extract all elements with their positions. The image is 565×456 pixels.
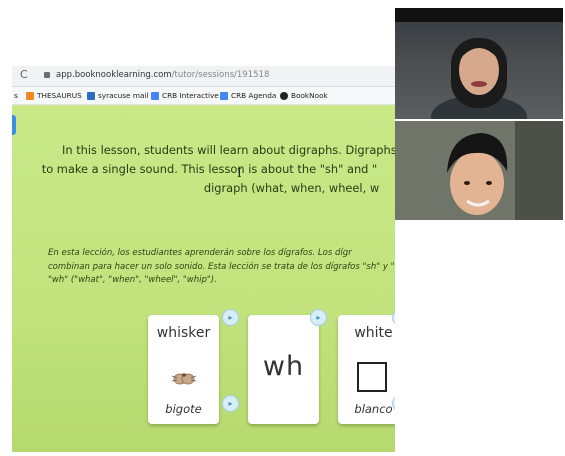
speaker-icon[interactable]: ▸ bbox=[222, 309, 239, 326]
english-line-1: In this lesson, students will learn abou… bbox=[62, 143, 395, 157]
speaker-icon[interactable]: ▸ bbox=[222, 395, 239, 412]
browser-window: C app.booknooklearning.com/tutor/session… bbox=[12, 66, 395, 452]
side-panel-tab[interactable] bbox=[12, 115, 16, 135]
bookmark-crb-agenda[interactable]: CRB Agenda bbox=[220, 91, 276, 100]
card-translation: blanco bbox=[354, 402, 393, 416]
doc-icon bbox=[220, 91, 228, 100]
digraph-card-wh[interactable]: wh ▸ bbox=[248, 309, 327, 424]
address-bar[interactable]: C app.booknooklearning.com/tutor/session… bbox=[12, 66, 395, 87]
bookmark-thesaurus[interactable]: THESAURUS bbox=[26, 91, 82, 100]
english-line-3: digraph (what, when, wheel, w bbox=[203, 181, 380, 195]
bookmark-item[interactable]: s bbox=[14, 91, 18, 100]
bookmark-crb-interactive[interactable]: CRB Interactive bbox=[151, 91, 219, 100]
bookmark-booknook[interactable]: BookNook bbox=[280, 91, 328, 100]
word-card-whisker[interactable]: whisker bigote ▸ ▸ bbox=[148, 309, 239, 424]
video-feed-tutor[interactable] bbox=[395, 8, 563, 119]
spanish-line-3: "wh" ("what", "when", "wheel", "whip"). bbox=[48, 275, 217, 285]
spanish-line-1: En esta lección, los estudiantes aprende… bbox=[48, 248, 352, 258]
lesson-description-english: In this lesson, students will learn abou… bbox=[12, 141, 395, 198]
speaker-icon[interactable]: ▸ bbox=[392, 309, 395, 326]
card-translation: bigote bbox=[165, 402, 202, 416]
doc-icon bbox=[151, 91, 159, 100]
word-card-white[interactable]: white blanco ▸ ▸ bbox=[338, 309, 395, 424]
video-feed-student[interactable] bbox=[395, 121, 563, 220]
booknook-icon bbox=[280, 91, 288, 100]
mail-icon bbox=[87, 91, 95, 100]
speaker-icon[interactable]: ▸ bbox=[310, 309, 327, 326]
participant-avatar bbox=[431, 38, 527, 119]
whisker-icon bbox=[172, 373, 196, 385]
text-cursor-icon: I bbox=[237, 166, 242, 180]
bookmark-syracuse-mail[interactable]: syracuse mail bbox=[87, 91, 148, 100]
white-square-icon bbox=[357, 362, 387, 392]
lesson-content: In this lesson, students will learn abou… bbox=[12, 105, 395, 452]
url-text[interactable]: app.booknooklearning.com/tutor/sessions/… bbox=[56, 70, 269, 80]
spanish-line-2: combinan para hacer un solo sonido. Esta… bbox=[48, 261, 395, 272]
card-word: whisker bbox=[156, 325, 211, 341]
reload-icon[interactable]: C bbox=[20, 68, 28, 81]
thesaurus-icon bbox=[26, 91, 34, 100]
card-digraph: wh bbox=[262, 351, 305, 382]
english-line-2: to make a single sound. This lesson is a… bbox=[41, 162, 378, 176]
bookmarks-bar: s THESAURUS syracuse mail CRB Interactiv… bbox=[12, 87, 395, 105]
participant-avatar bbox=[395, 121, 563, 220]
lock-icon bbox=[44, 72, 50, 78]
card-word: white bbox=[354, 325, 393, 341]
lesson-description-spanish: En esta lección, los estudiantes aprende… bbox=[48, 247, 395, 288]
